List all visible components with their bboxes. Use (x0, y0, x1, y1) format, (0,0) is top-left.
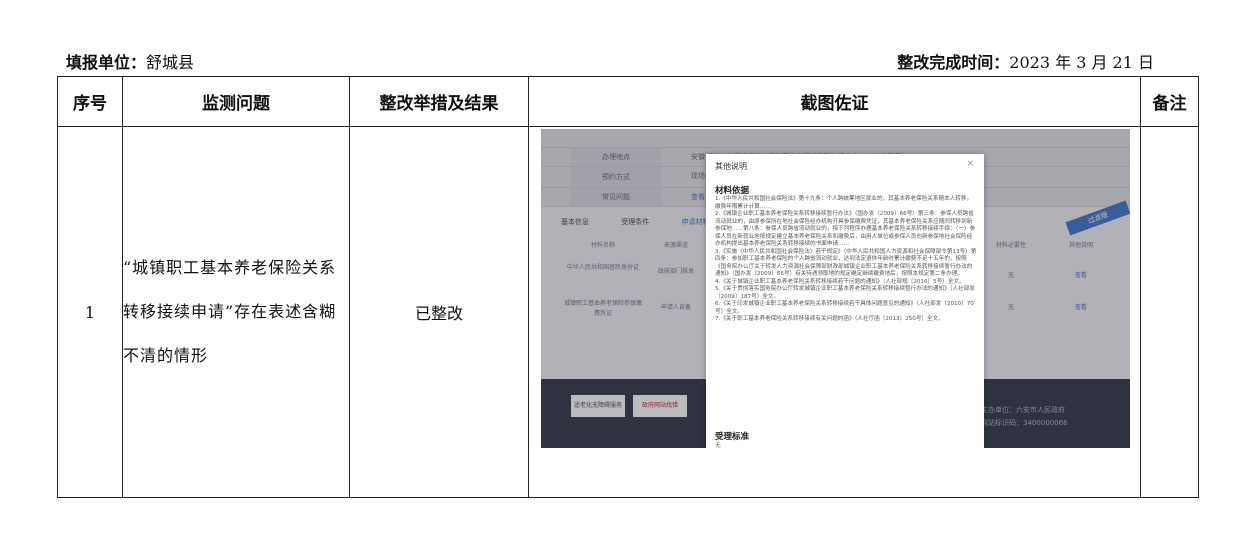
dialog-item: 6.《关于印发城镇企业职工基本养老保险关系转移接续若干具体问题意见的通知》（人社… (715, 301, 974, 315)
dialog-items: 1.《中华人民共和国社会保险法》第十九条：个人跨统筹地区就业的，其基本养老保险关… (715, 196, 977, 324)
date-value: 2023 年 3 月 21 日 (1009, 53, 1154, 72)
evidence-screenshot: 办理地点 安徽省六安市舒城县城关镇梅河大道舒城县政务服务中心人社分局窗口 预约方… (541, 129, 1130, 448)
dialog-item: 1.《中华人民共和国社会保险法》第十九条：个人跨统筹地区就业的，其基本养老保险关… (715, 196, 973, 210)
column-header-index: 序号 (57, 76, 123, 127)
dialog-title: 其他说明 (715, 162, 747, 171)
unit-value: 舒城县 (146, 53, 195, 72)
close-icon: × (966, 159, 974, 169)
rectification-table: 序号 监测问题 整改举措及结果 截图佐证 备注 1 “城镇职工基本养老保险关系转… (57, 76, 1199, 498)
dialog-item: 7.《关于职工基本养老保险关系转移接续有关问题的函》（人社厅函〔2013〕250… (715, 316, 944, 322)
dialog-item: 5.《关于贯彻落实国务院办公厅转发城镇企业职工基本养老保险关系转移接续暂行办法的… (715, 286, 975, 300)
dialog-item: 3.《实施〈中华人民共和国社会保险法〉若干规定》（中华人民共和国人力资源和社会保… (715, 248, 977, 278)
shot-dialog: 其他说明 × 材料依据 1.《中华人民共和国社会保险法》第十九条：个人跨统筹地区… (706, 154, 984, 448)
cell-issue: “城镇职工基本养老保险关系转移接续申请”存在表述含糊不清的情形 (122, 126, 350, 498)
dialog-item: 2.《城镇企业职工基本养老保险关系转移接续暂行办法》（国办发〔2009〕66号）… (715, 211, 976, 247)
table-row: 1 “城镇职工基本养老保险关系转移接续申请”存在表述含糊不清的情形 已整改 办理… (57, 126, 1199, 498)
column-header-result: 整改举措及结果 (349, 76, 529, 127)
column-header-issue: 监测问题 (122, 76, 350, 127)
cell-note (1140, 126, 1199, 498)
cell-screenshot: 办理地点 安徽省六安市舒城县城关镇梅河大道舒城县政务服务中心人社分局窗口 预约方… (528, 126, 1141, 498)
column-header-note: 备注 (1140, 76, 1199, 127)
dialog-section-value: 无 (715, 443, 721, 448)
dialog-item: 4.《关于城镇企业职工基本养老保险关系转移接续若干问题的通知》（人社部规〔201… (715, 278, 965, 285)
dialog-section-title: 材料依据 (715, 186, 750, 196)
unit-header: 填报单位：舒城县 (66, 49, 194, 73)
table-header-row: 序号 监测问题 整改举措及结果 截图佐证 备注 (57, 76, 1199, 127)
date-label: 整改完成时间： (897, 53, 1010, 72)
column-header-screenshot: 截图佐证 (528, 76, 1141, 127)
date-header: 整改完成时间：2023 年 3 月 21 日 (897, 49, 1154, 73)
cell-result: 已整改 (349, 126, 529, 498)
unit-label: 填报单位： (66, 53, 147, 72)
cell-index: 1 (57, 126, 123, 498)
